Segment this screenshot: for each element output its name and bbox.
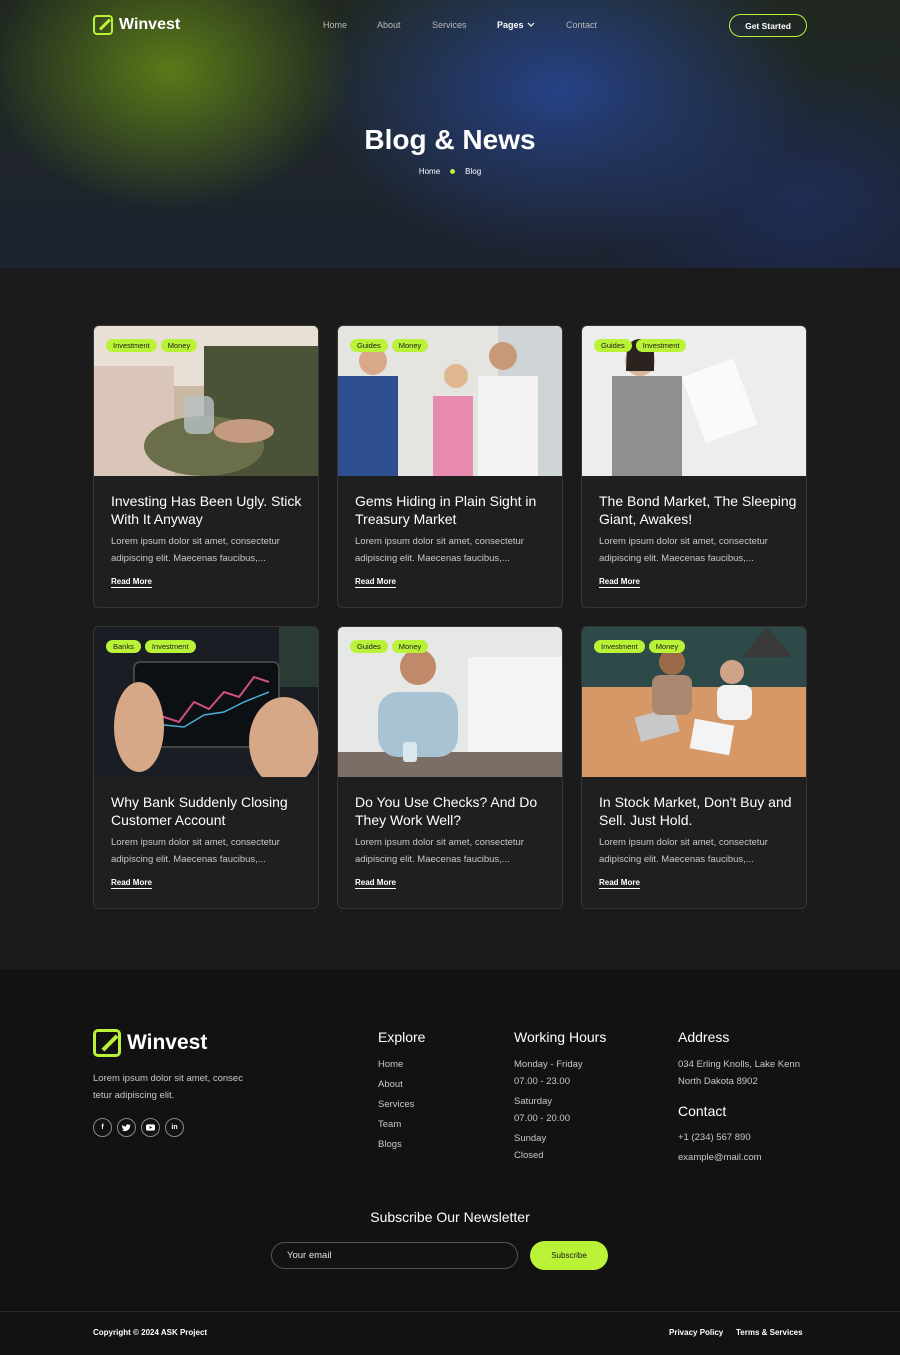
- blog-card[interactable]: Guides Money Do You Use Checks? And Do T…: [337, 626, 563, 909]
- post-title[interactable]: Do You Use Checks? And Do They Work Well…: [355, 793, 555, 829]
- chevron-down-icon: [527, 22, 535, 27]
- logo-text: Winvest: [119, 16, 181, 33]
- nav-about[interactable]: About: [377, 20, 401, 30]
- post-title[interactable]: In Stock Market, Don't Buy and Sell. Jus…: [599, 793, 799, 829]
- read-more-link[interactable]: Read More: [111, 878, 152, 889]
- logo-icon: [93, 1029, 121, 1057]
- tag[interactable]: Investment: [106, 339, 157, 352]
- post-tags: Guides Investment: [594, 339, 687, 352]
- footer-link-blogs[interactable]: Blogs: [378, 1139, 402, 1150]
- nav-pages[interactable]: Pages: [497, 20, 535, 30]
- post-title[interactable]: Investing Has Been Ugly. Stick With It A…: [111, 492, 311, 528]
- contact-phone[interactable]: +1 (234) 567 890: [678, 1132, 751, 1143]
- nav-contact[interactable]: Contact: [566, 20, 597, 30]
- nav-services[interactable]: Services: [432, 20, 467, 30]
- contact-email[interactable]: example@mail.com: [678, 1152, 762, 1163]
- post-title[interactable]: The Bond Market, The Sleeping Giant, Awa…: [599, 492, 799, 528]
- address-line: 034 Erling Knolls, Lake Kenn: [678, 1059, 800, 1070]
- hours-value: 07.00 - 23.00: [514, 1076, 570, 1087]
- post-excerpt: Lorem ipsum dolor sit amet, consectetur …: [111, 837, 280, 865]
- tag[interactable]: Money: [391, 339, 429, 352]
- privacy-policy-link[interactable]: Privacy Policy: [669, 1328, 723, 1337]
- logo-text: Winvest: [127, 1031, 208, 1054]
- tag[interactable]: Guides: [350, 640, 388, 653]
- post-excerpt: Lorem ipsum dolor sit amet, consectetur …: [355, 837, 524, 865]
- read-more-link[interactable]: Read More: [355, 878, 396, 889]
- breadcrumb: Home Blog: [0, 167, 900, 176]
- linkedin-icon[interactable]: in: [165, 1118, 184, 1137]
- subscribe-button[interactable]: Subscribe: [530, 1241, 608, 1270]
- hours-value: 07.00 - 20.00: [514, 1113, 570, 1124]
- page-title: Blog & News: [364, 124, 536, 155]
- contact-heading: Contact: [678, 1103, 727, 1119]
- nav-home[interactable]: Home: [323, 20, 347, 30]
- address-line: North Dakota 8902: [678, 1076, 758, 1087]
- hours-label: Sunday: [514, 1133, 547, 1144]
- email-input[interactable]: [271, 1242, 518, 1269]
- post-tags: Investment Money: [594, 640, 686, 653]
- read-more-link[interactable]: Read More: [599, 577, 640, 588]
- hours-label: Saturday: [514, 1096, 553, 1107]
- blog-card[interactable]: Investment Money Investing Has Been Ugly…: [93, 325, 319, 608]
- tag[interactable]: Investment: [594, 640, 645, 653]
- post-tags: Guides Money: [350, 640, 429, 653]
- footer-link-home[interactable]: Home: [378, 1059, 403, 1070]
- hours-value: Closed: [514, 1150, 544, 1161]
- social-links: f in: [93, 1118, 184, 1137]
- footer-link-about[interactable]: About: [378, 1079, 403, 1090]
- twitter-icon[interactable]: [117, 1118, 136, 1137]
- blog-card[interactable]: Guides Investment The Bond Market, The S…: [581, 325, 807, 608]
- tag[interactable]: Investment: [635, 339, 687, 352]
- facebook-icon[interactable]: f: [93, 1118, 112, 1137]
- terms-link[interactable]: Terms & Services: [736, 1328, 803, 1337]
- nav-pages-label: Pages: [497, 20, 524, 30]
- breadcrumb-home[interactable]: Home: [419, 167, 440, 176]
- tag[interactable]: Money: [160, 339, 198, 352]
- blog-card[interactable]: Guides Money Gems Hiding in Plain Sight …: [337, 325, 563, 608]
- tag[interactable]: Guides: [594, 339, 632, 352]
- tag[interactable]: Money: [648, 640, 686, 653]
- read-more-link[interactable]: Read More: [599, 878, 640, 889]
- read-more-link[interactable]: Read More: [111, 577, 152, 588]
- post-excerpt: Lorem ipsum dolor sit amet, consectetur …: [599, 837, 768, 865]
- get-started-button[interactable]: Get Started: [729, 14, 807, 37]
- tag[interactable]: Banks: [106, 640, 141, 653]
- post-title[interactable]: Gems Hiding in Plain Sight in Treasury M…: [355, 492, 555, 528]
- address-heading: Address: [678, 1029, 730, 1045]
- newsletter-heading: Subscribe Our Newsletter: [370, 1209, 530, 1225]
- footer-link-team[interactable]: Team: [378, 1119, 401, 1130]
- hours-heading: Working Hours: [514, 1029, 607, 1045]
- blog-card[interactable]: Banks Investment Why Bank Suddenly Closi…: [93, 626, 319, 909]
- breadcrumb-current: Blog: [465, 167, 482, 176]
- footer-divider: [0, 1311, 900, 1312]
- post-tags: Banks Investment: [106, 640, 196, 653]
- hero-section: Winvest Home About Services Pages Contac…: [0, 0, 900, 268]
- footer-link-services[interactable]: Services: [378, 1099, 414, 1110]
- post-tags: Investment Money: [106, 339, 198, 352]
- post-excerpt: Lorem ipsum dolor sit amet, consectetur …: [599, 536, 768, 564]
- tag[interactable]: Money: [391, 640, 429, 653]
- tag[interactable]: Guides: [350, 339, 388, 352]
- youtube-icon[interactable]: [141, 1118, 160, 1137]
- footer: Winvest Lorem ipsum dolor sit amet, cons…: [0, 969, 900, 1355]
- blog-card[interactable]: Investment Money In Stock Market, Don't …: [581, 626, 807, 909]
- breadcrumb-separator: [450, 169, 456, 174]
- post-title[interactable]: Why Bank Suddenly Closing Customer Accou…: [111, 793, 311, 829]
- hours-label: Monday - Friday: [514, 1059, 583, 1070]
- header-logo[interactable]: Winvest: [93, 15, 180, 35]
- copyright: Copyright © 2024 ASK Project: [93, 1328, 208, 1337]
- explore-heading: Explore: [378, 1029, 426, 1045]
- footer-logo[interactable]: Winvest: [93, 1029, 207, 1057]
- read-more-link[interactable]: Read More: [355, 577, 396, 588]
- post-excerpt: Lorem ipsum dolor sit amet, consectetur …: [355, 536, 524, 564]
- footer-about: Lorem ipsum dolor sit amet, consec tetur…: [93, 1073, 243, 1101]
- post-excerpt: Lorem ipsum dolor sit amet, consectetur …: [111, 536, 280, 564]
- logo-icon: [93, 15, 113, 35]
- post-tags: Guides Money: [350, 339, 429, 352]
- tag[interactable]: Investment: [144, 640, 196, 653]
